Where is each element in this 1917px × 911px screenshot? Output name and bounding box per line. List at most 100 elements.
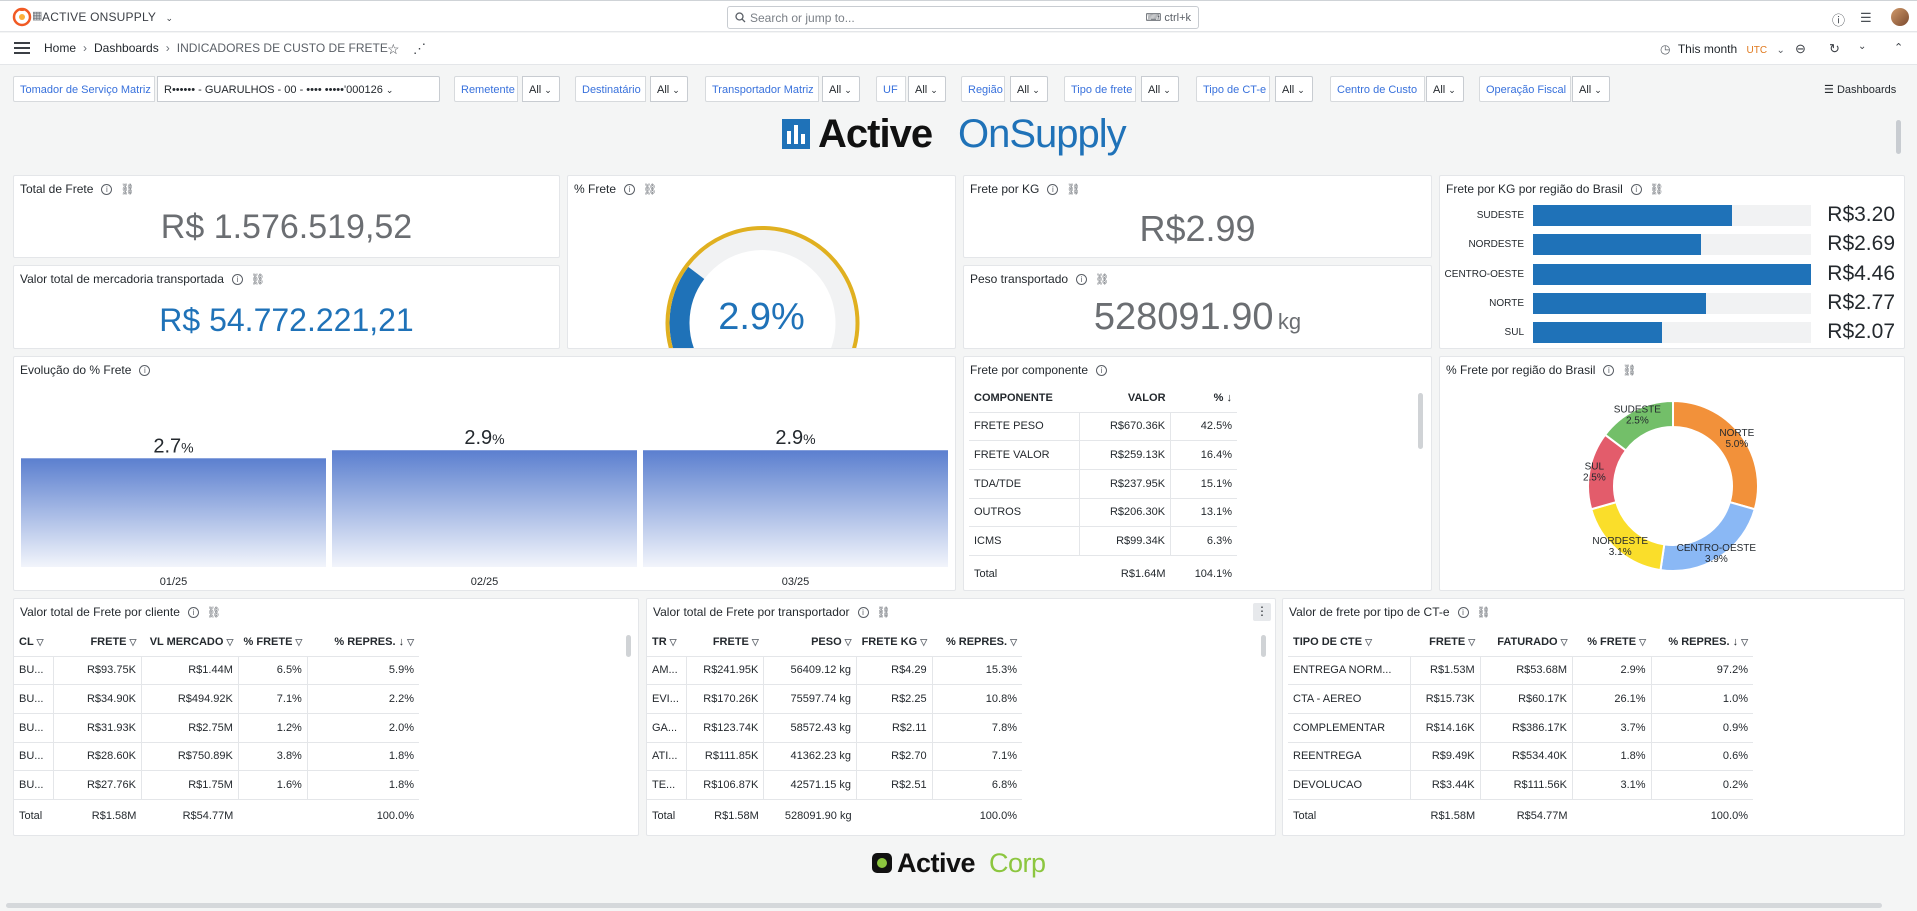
table-cell: BU... [14, 770, 55, 800]
filter-icon[interactable]: ▽ [130, 637, 137, 647]
table-total-cell: 100.0% [1710, 810, 1748, 823]
table-scrollbar[interactable] [1418, 393, 1423, 449]
column-header[interactable]: TIPO DE CTE ▽ [1288, 629, 1411, 657]
grafana-logo-icon[interactable] [12, 7, 32, 27]
var-select-destinatario[interactable]: All ⌄ [650, 76, 688, 102]
var-select-tomador[interactable]: R•••••• - GUARULHOS - 00 - •••• •••••'00… [157, 76, 440, 102]
evolucao-x-tick-label: 03/25 [782, 576, 810, 588]
filter-icon[interactable]: ▽ [295, 637, 302, 647]
info-icon[interactable]: i [1047, 184, 1059, 196]
filter-icon[interactable]: ▽ [670, 637, 677, 647]
table-total-cell [238, 801, 307, 831]
var-select-remetente[interactable]: All ⌄ [522, 76, 560, 102]
column-header[interactable]: FRETE KG ▽ [856, 629, 933, 657]
link-icon[interactable]: ⛓ [1650, 183, 1664, 196]
regiao-donut-chart: NORTE5.0% CENTRO-OESTE3.9% NORDESTE3.1% SUL… [1583, 399, 1759, 572]
column-header[interactable]: CL ▽ [14, 629, 54, 657]
region-label: CENTRO-OESTE [1444, 268, 1524, 280]
var-select-tipo-cte[interactable]: All ⌄ [1275, 76, 1313, 102]
info-icon[interactable]: i [101, 184, 113, 196]
news-feed-icon[interactable]: ☰ [1860, 10, 1872, 26]
column-header[interactable]: % REPRES. ↓ ▽ [307, 629, 419, 657]
filter-icon[interactable]: ▽ [1010, 637, 1017, 647]
info-icon[interactable]: i [857, 607, 869, 619]
table-scrollbar[interactable] [1261, 635, 1266, 657]
org-switcher[interactable]: ACTIVE ONSUPPLY ⌄ [42, 10, 173, 24]
filter-icon[interactable]: ▽ [37, 637, 44, 647]
column-header[interactable]: VALOR [1079, 385, 1171, 413]
share-icon[interactable]: ⋰ [413, 41, 426, 57]
link-icon[interactable]: ⛓ [251, 273, 265, 286]
column-header[interactable]: VL MERCADO ▽ [141, 629, 239, 657]
link-icon[interactable]: ⛓ [1095, 273, 1109, 286]
var-select-tipo-frete[interactable]: All ⌄ [1141, 76, 1179, 102]
link-icon[interactable]: ⛓ [120, 183, 134, 196]
filter-icon[interactable]: ▽ [1741, 637, 1748, 647]
table-cell: 26.1% [1572, 684, 1652, 714]
horizontal-scrollbar[interactable] [6, 903, 1882, 908]
user-avatar[interactable] [1891, 8, 1909, 26]
table-cell: R$241.95K [686, 656, 765, 686]
filter-icon[interactable]: ▽ [226, 637, 233, 647]
column-header[interactable]: TR ▽ [647, 629, 687, 657]
column-header-label: CL [19, 636, 34, 649]
filter-icon[interactable]: ▽ [1365, 637, 1372, 647]
filter-icon[interactable]: ▽ [752, 637, 759, 647]
org-name: ACTIVE ONSUPPLY [42, 10, 156, 24]
star-icon[interactable]: ☆ [387, 41, 400, 58]
column-header[interactable]: % FRETE ▽ [238, 629, 308, 657]
var-value-transportador: All [829, 84, 842, 96]
var-select-regiao[interactable]: All ⌄ [1010, 76, 1048, 102]
info-icon[interactable]: i [1457, 607, 1469, 619]
dashboards-link[interactable]: ☰ Dashboards [1824, 83, 1896, 96]
search-input[interactable]: Search or jump to... ⌨ ctrl+k [727, 6, 1199, 29]
column-header[interactable]: % REPRES. ↓ ▽ [1651, 629, 1753, 657]
column-header[interactable]: % REPRES. ▽ [932, 629, 1022, 657]
breadcrumb: Home › Dashboards › INDICADORES DE CUSTO DE … [44, 41, 388, 55]
column-header[interactable]: % FRETE ▽ [1572, 629, 1652, 657]
breadcrumb-home[interactable]: Home [44, 41, 76, 55]
column-header[interactable]: FRETE ▽ [1410, 629, 1481, 657]
filter-icon[interactable]: ▽ [1561, 637, 1568, 647]
table-cell: REENTREGA [1288, 742, 1411, 772]
filter-icon[interactable]: ▽ [920, 637, 927, 647]
column-header[interactable]: FRETE ▽ [53, 629, 142, 657]
link-icon[interactable]: ⛓ [207, 606, 221, 619]
collapse-icon[interactable]: ⌃ [1894, 41, 1903, 54]
help-icon[interactable]: ⓘ [1832, 10, 1845, 29]
info-icon[interactable]: i [1630, 184, 1642, 196]
link-icon[interactable]: ⛓ [877, 606, 891, 619]
refresh-interval-chevron-icon[interactable]: ⌄ [1858, 41, 1866, 52]
panel-frete-kg: Frete por KG i ⛓ R$2.99 [963, 175, 1432, 258]
var-select-centro-custo[interactable]: All ⌄ [1426, 76, 1464, 102]
filter-icon[interactable]: ▽ [845, 637, 852, 647]
info-icon[interactable]: i [231, 274, 243, 286]
menu-icon[interactable] [14, 42, 30, 54]
column-header[interactable]: % ↓ [1170, 385, 1237, 413]
refresh-icon[interactable]: ↻ [1829, 41, 1840, 57]
time-range-picker[interactable]: ◷ This month UTC ⌄ [1660, 42, 1785, 56]
var-select-transportador[interactable]: All ⌄ [822, 76, 860, 102]
link-icon[interactable]: ⛓ [1066, 183, 1080, 196]
column-header[interactable]: COMPONENTE [969, 385, 1080, 413]
info-icon[interactable]: i [1076, 274, 1088, 286]
peso-unit: kg [1277, 309, 1302, 334]
breadcrumb-dashboards[interactable]: Dashboards [94, 41, 159, 55]
var-select-operacao-fiscal[interactable]: All ⌄ [1572, 76, 1610, 102]
table-cell: ENTREGA NORM... [1288, 656, 1411, 686]
column-header[interactable]: PESO ▽ [763, 629, 857, 657]
filter-icon[interactable]: ▽ [407, 637, 414, 647]
panel-menu-icon[interactable]: ⋮ [1253, 603, 1271, 621]
scroll-thumb[interactable] [1896, 120, 1901, 154]
column-header[interactable]: FATURADO ▽ [1480, 629, 1573, 657]
column-header[interactable]: FRETE ▽ [686, 629, 764, 657]
filter-icon[interactable]: ▽ [1468, 637, 1475, 647]
info-icon[interactable]: i [1096, 365, 1108, 377]
zoom-out-icon[interactable]: ⊖ [1795, 41, 1806, 57]
table-scrollbar[interactable] [626, 635, 631, 657]
info-icon[interactable]: i [187, 607, 199, 619]
link-icon[interactable]: ⛓ [1477, 606, 1491, 619]
var-select-uf[interactable]: All ⌄ [908, 76, 946, 102]
table-cell: 6.5% [238, 656, 308, 686]
filter-icon[interactable]: ▽ [1639, 637, 1646, 647]
